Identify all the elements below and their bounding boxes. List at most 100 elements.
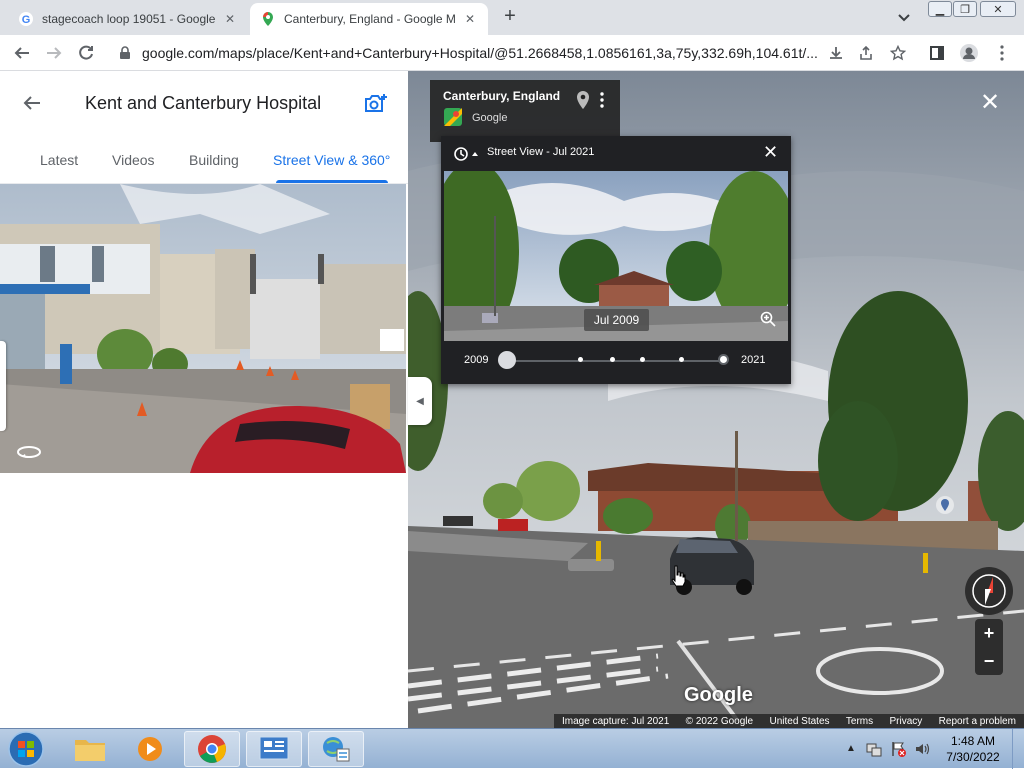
svg-text:G: G	[22, 14, 31, 26]
profile-avatar-icon[interactable]	[957, 41, 981, 65]
tab-videos[interactable]: Videos	[112, 152, 155, 168]
google-watermark: Google	[684, 684, 753, 706]
restore-window-button[interactable]: ❐	[953, 1, 977, 17]
folder-icon	[75, 740, 105, 761]
tab-title: stagecoach loop 19051 - Google	[42, 12, 216, 26]
timeline-stop-current[interactable]	[720, 356, 727, 363]
install-app-icon[interactable]	[824, 41, 848, 65]
browser-toolbar: google.com/maps/place/Kent+and+Canterbur…	[0, 35, 1024, 71]
timeline-stop[interactable]	[578, 357, 583, 362]
time-machine-preview[interactable]: Jul 2009	[444, 171, 788, 341]
show-hidden-icons-icon[interactable]: ▲	[846, 743, 856, 754]
control-panel-icon	[259, 736, 289, 760]
back-button[interactable]	[22, 93, 42, 113]
scroll-handle[interactable]	[0, 341, 6, 431]
file-explorer-taskbar-item[interactable]	[62, 731, 118, 767]
tab-stagecoach[interactable]: G stagecoach loop 19051 - Google ✕	[8, 3, 248, 35]
side-panel-icon[interactable]	[925, 41, 949, 65]
terms-link[interactable]: Terms	[846, 716, 873, 727]
timeline-stop[interactable]	[610, 357, 615, 362]
volume-icon[interactable]	[914, 741, 930, 757]
minimize-window-button[interactable]: ▁	[928, 1, 952, 17]
history-clock-icon[interactable]	[453, 146, 479, 162]
url-text[interactable]: google.com/maps/place/Kent+and+Canterbur…	[142, 45, 822, 61]
maps-pin-favicon-icon	[263, 12, 273, 26]
time-machine-title: Street View - Jul 2021	[487, 146, 595, 158]
place-side-panel: Kent and Canterbury Hospital Latest Vide…	[0, 71, 408, 728]
rotate-360-icon[interactable]	[16, 444, 42, 460]
location-subtitle: Google	[472, 112, 508, 124]
tab-search-chevron-icon[interactable]	[896, 9, 912, 25]
timeline-stop[interactable]	[640, 357, 645, 362]
reload-button[interactable]	[74, 41, 98, 65]
new-tab-button[interactable]: +	[500, 6, 520, 26]
close-time-machine-icon[interactable]: ✕	[763, 143, 778, 161]
zoom-in-icon[interactable]	[760, 311, 776, 327]
privacy-link[interactable]: Privacy	[890, 716, 923, 727]
back-button[interactable]	[10, 41, 34, 65]
network-tray-icon[interactable]	[866, 741, 882, 757]
close-window-button[interactable]: ✕	[980, 1, 1016, 17]
share-icon[interactable]	[854, 41, 878, 65]
timeline-stop[interactable]	[679, 357, 684, 362]
time-machine-panel: Street View - Jul 2021 ✕ Jul 2009 2009 2…	[441, 136, 791, 384]
address-bar[interactable]: google.com/maps/place/Kent+and+Canterbur…	[110, 39, 824, 67]
media-player-taskbar-item[interactable]	[122, 731, 178, 767]
more-options-icon[interactable]	[600, 92, 604, 108]
close-tab-icon[interactable]: ✕	[222, 11, 238, 27]
clock-time: 1:48 AM	[950, 734, 996, 748]
start-button[interactable]	[6, 730, 46, 768]
network-tasks-taskbar-item[interactable]	[308, 731, 364, 767]
control-panel-taskbar-item[interactable]	[246, 731, 302, 767]
preview-date-badge: Jul 2009	[584, 309, 649, 331]
chrome-icon	[198, 735, 226, 763]
street-view-panorama[interactable]: Canterbury, England Google Street View -…	[408, 71, 1024, 728]
tab-canterbury[interactable]: Canterbury, England - Google M ✕	[250, 3, 488, 35]
globe-tasks-icon	[323, 737, 350, 762]
windows-logo-icon	[8, 731, 44, 767]
tab-street-view[interactable]: Street View & 360°	[273, 152, 390, 168]
timeline-slider-thumb[interactable]	[498, 351, 516, 369]
location-info-card: Canterbury, England Google	[430, 80, 620, 142]
arrow-right-icon	[47, 47, 62, 59]
bookmark-star-icon[interactable]	[886, 41, 910, 65]
tab-latest[interactable]: Latest	[40, 152, 78, 168]
chrome-menu-icon[interactable]	[990, 41, 1014, 65]
windows-taskbar: ▲ 1:48 AM 7/30/2022	[0, 728, 1024, 769]
show-desktop-button[interactable]	[1012, 729, 1024, 769]
google-favicon-icon: G	[19, 12, 33, 26]
reload-icon	[79, 45, 93, 60]
add-photo-button[interactable]	[364, 93, 388, 115]
street-view-photo[interactable]	[0, 184, 406, 473]
action-center-flag-icon[interactable]	[890, 741, 906, 757]
tab-building[interactable]: Building	[189, 152, 239, 168]
hand-cursor-icon	[671, 565, 686, 587]
compass-icon	[972, 574, 1006, 608]
close-tab-icon[interactable]: ✕	[462, 11, 478, 27]
close-street-view-icon[interactable]: ✕	[978, 91, 1002, 115]
google-maps-logo-icon	[444, 108, 462, 126]
add-photo-icon	[365, 94, 387, 112]
forward-button[interactable]	[42, 41, 66, 65]
zoom-control: + −	[975, 619, 1003, 675]
media-player-icon	[138, 737, 162, 761]
report-problem-link[interactable]: Report a problem	[939, 716, 1016, 727]
chrome-taskbar-item[interactable]	[184, 731, 240, 767]
browser-tab-strip: G stagecoach loop 19051 - Google ✕ Cante…	[0, 0, 1024, 35]
arrow-left-icon	[23, 96, 40, 110]
arrow-left-icon	[14, 47, 29, 59]
system-clock[interactable]: 1:48 AM 7/30/2022	[938, 733, 1008, 765]
zoom-in-button[interactable]: +	[975, 619, 1003, 647]
location-marker-icon[interactable]	[935, 495, 955, 519]
copyright-text: © 2022 Google	[685, 715, 754, 727]
compass[interactable]	[965, 567, 1013, 615]
zoom-out-button[interactable]: −	[975, 647, 1003, 675]
country-link[interactable]: United States	[769, 716, 829, 727]
tab-title: Canterbury, England - Google M	[284, 12, 456, 26]
map-pin-icon[interactable]	[576, 90, 590, 110]
collapse-side-panel-button[interactable]: ◀	[408, 377, 432, 425]
clock-date: 7/30/2022	[946, 750, 1000, 764]
timeline-start-year: 2009	[464, 354, 489, 366]
location-title[interactable]: Canterbury, England	[443, 89, 560, 103]
lock-icon[interactable]	[118, 46, 132, 60]
